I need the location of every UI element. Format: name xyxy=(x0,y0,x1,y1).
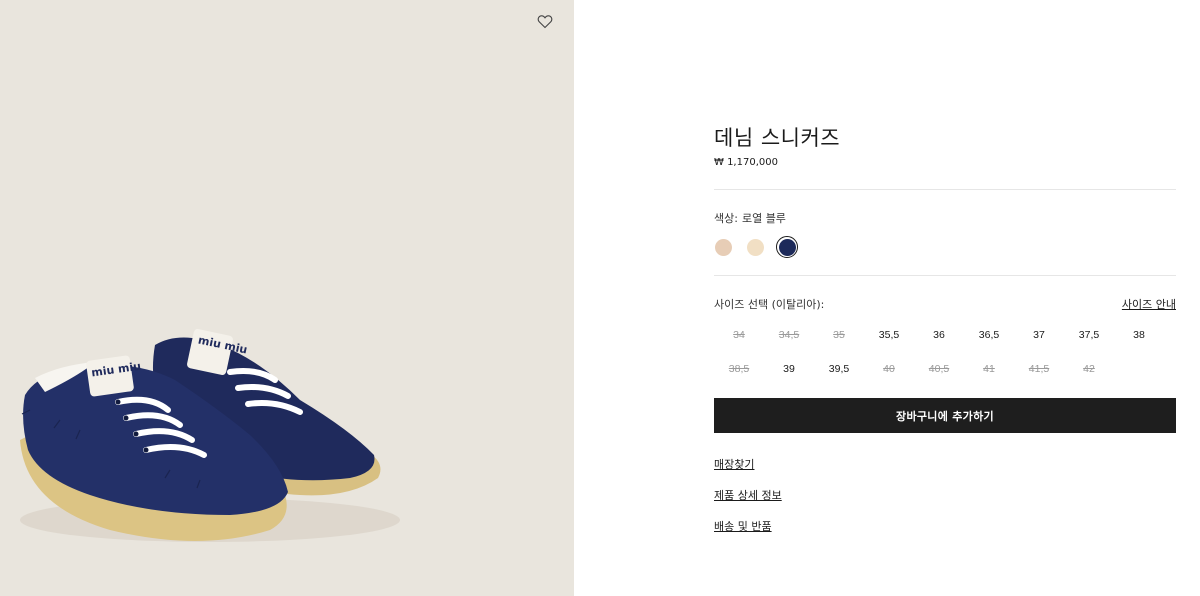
heart-icon xyxy=(537,14,553,28)
color-swatch-royal-blue[interactable] xyxy=(776,236,798,258)
size-option[interactable]: 40 xyxy=(864,363,914,375)
product-details-link[interactable]: 제품 상세 정보 xyxy=(714,487,782,503)
size-option[interactable]: 38 xyxy=(1114,329,1164,341)
size-option[interactable]: 36 xyxy=(914,329,964,341)
swatch-fill xyxy=(746,238,764,256)
size-grid: 34 34,5 35 35,5 36 36,5 37 37,5 38 38,5 39 39,5 40 40… xyxy=(714,318,1176,386)
color-swatch-light-beige[interactable] xyxy=(712,236,734,258)
color-swatches xyxy=(712,236,798,258)
product-gallery: miu miu miu miu xyxy=(0,0,574,596)
swatch-fill xyxy=(714,238,732,256)
size-option[interactable]: 37 xyxy=(1014,329,1064,341)
size-row: 38,5 39 39,5 40 40,5 41 41,5 42 xyxy=(714,352,1176,386)
size-option[interactable]: 39,5 xyxy=(814,363,864,375)
color-swatch-cream[interactable] xyxy=(744,236,766,258)
add-to-cart-button[interactable]: 장바구니에 추가하기 xyxy=(714,398,1176,433)
wishlist-button[interactable] xyxy=(535,11,555,31)
size-option[interactable]: 38,5 xyxy=(714,363,764,375)
size-option[interactable]: 34,5 xyxy=(764,329,814,341)
size-option[interactable]: 37,5 xyxy=(1064,329,1114,341)
product-price: ₩ 1,170,000 xyxy=(714,157,778,168)
size-option[interactable]: 35 xyxy=(814,329,864,341)
size-option[interactable]: 40,5 xyxy=(914,363,964,375)
size-option[interactable]: 39 xyxy=(764,363,814,375)
divider xyxy=(714,275,1176,276)
size-option[interactable]: 41 xyxy=(964,363,1014,375)
swatch-fill xyxy=(778,238,796,256)
color-label: 색상: xyxy=(714,212,738,225)
product-title: 데님 스니커즈 xyxy=(714,126,841,150)
size-option[interactable]: 41,5 xyxy=(1014,363,1064,375)
info-links: 매장찾기 제품 상세 정보 배송 및 반품 xyxy=(714,456,782,549)
divider xyxy=(714,189,1176,190)
shipping-returns-link[interactable]: 배송 및 반품 xyxy=(714,518,782,534)
size-header: 사이즈 선택 (이탈리아): 사이즈 안내 xyxy=(714,296,1176,312)
size-row: 34 34,5 35 35,5 36 36,5 37 37,5 38 xyxy=(714,318,1176,352)
color-value: 로열 블루 xyxy=(741,212,786,225)
size-option[interactable]: 34 xyxy=(714,329,764,341)
size-label: 사이즈 선택 (이탈리아): xyxy=(714,298,825,311)
product-info-panel: 데님 스니커즈 ₩ 1,170,000 색상: 로열 블루 사이즈 선택 (이탈리… xyxy=(714,0,1176,596)
store-finder-link[interactable]: 매장찾기 xyxy=(714,456,782,472)
size-option[interactable]: 36,5 xyxy=(964,329,1014,341)
product-image: miu miu miu miu xyxy=(0,0,574,596)
color-label-row: 색상: 로열 블루 xyxy=(714,210,786,226)
size-option[interactable]: 42 xyxy=(1064,363,1114,375)
size-option[interactable]: 35,5 xyxy=(864,329,914,341)
size-guide-link[interactable]: 사이즈 안내 xyxy=(1122,296,1176,312)
